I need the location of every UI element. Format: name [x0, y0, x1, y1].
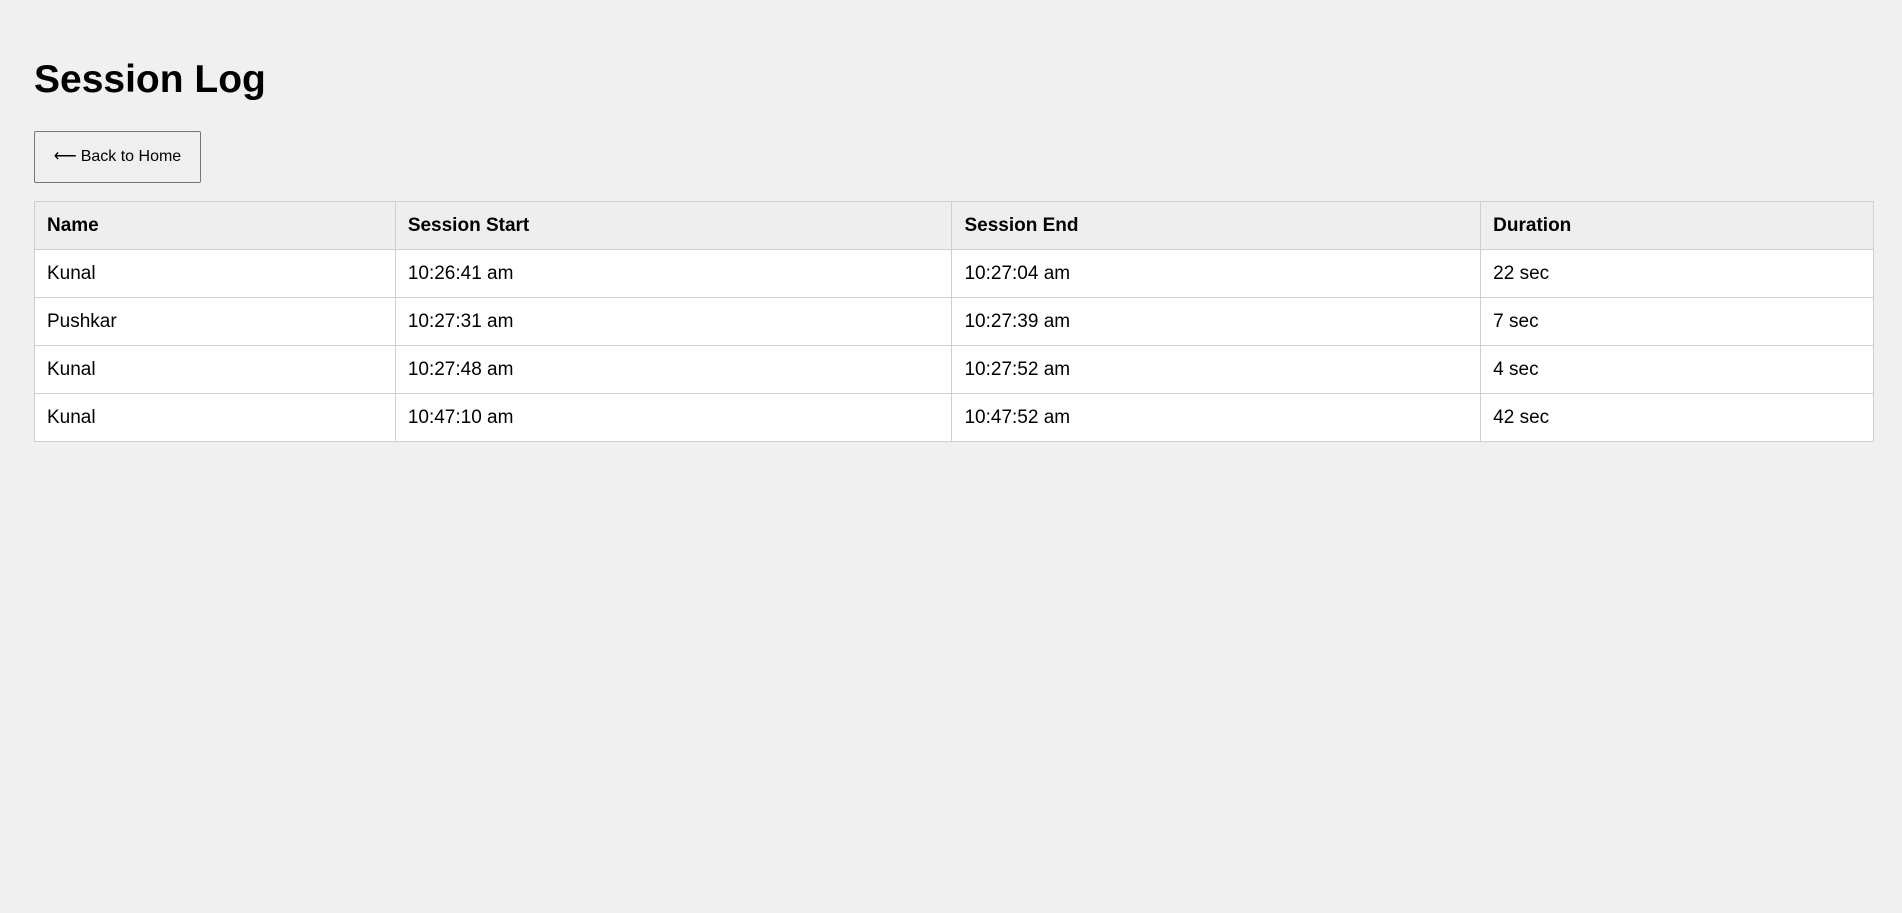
table-row: Kunal 10:26:41 am 10:27:04 am 22 sec	[34, 249, 1874, 298]
column-header-name: Name	[34, 201, 396, 250]
cell-session-end: 10:27:52 am	[951, 345, 1482, 394]
column-header-session-start: Session Start	[394, 201, 953, 250]
session-log-table: Name Session Start Session End Duration …	[34, 201, 1874, 442]
cell-session-start: 10:27:31 am	[394, 297, 953, 346]
cell-session-end: 10:27:04 am	[951, 249, 1482, 298]
back-button-label: Back to Home	[80, 148, 182, 165]
cell-name: Kunal	[34, 393, 396, 442]
cell-name: Pushkar	[34, 297, 396, 346]
table-row: Kunal 10:47:10 am 10:47:52 am 42 sec	[34, 393, 1874, 442]
cell-session-end: 10:27:39 am	[951, 297, 1482, 346]
cell-duration: 7 sec	[1480, 297, 1874, 346]
cell-session-start: 10:47:10 am	[394, 393, 953, 442]
column-header-duration: Duration	[1480, 201, 1874, 250]
cell-session-start: 10:27:48 am	[394, 345, 953, 394]
column-header-session-end: Session End	[951, 201, 1482, 250]
back-to-home-button[interactable]: ⟵ Back to Home	[34, 131, 201, 183]
cell-name: Kunal	[34, 345, 396, 394]
page-title: Session Log	[34, 58, 266, 101]
table-header-row: Name Session Start Session End Duration	[34, 201, 1874, 250]
session-log-page: Session Log ⟵ Back to Home Name Session …	[0, 0, 1902, 913]
cell-duration: 4 sec	[1480, 345, 1874, 394]
cell-duration: 22 sec	[1480, 249, 1874, 298]
cell-session-start: 10:26:41 am	[394, 249, 953, 298]
cell-name: Kunal	[34, 249, 396, 298]
left-arrow-icon: ⟵	[53, 148, 77, 165]
cell-duration: 42 sec	[1480, 393, 1874, 442]
cell-session-end: 10:47:52 am	[951, 393, 1482, 442]
table-row: Kunal 10:27:48 am 10:27:52 am 4 sec	[34, 345, 1874, 394]
table-row: Pushkar 10:27:31 am 10:27:39 am 7 sec	[34, 297, 1874, 346]
